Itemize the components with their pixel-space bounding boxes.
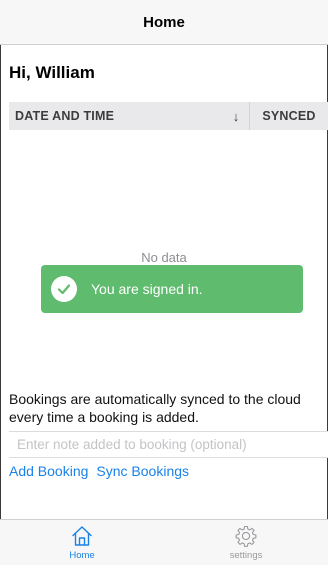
tab-settings[interactable]: settings <box>164 520 328 565</box>
greeting-heading: Hi, William <box>9 63 95 82</box>
booking-actions: Add Booking Sync Bookings <box>9 463 189 479</box>
sort-descending-icon[interactable]: ↓ <box>223 109 249 124</box>
add-booking-button[interactable]: Add Booking <box>9 463 88 479</box>
booking-note-input[interactable] <box>9 431 328 458</box>
left-edge-divider <box>0 0 1 565</box>
empty-table-message: No data <box>141 250 187 265</box>
bookings-table-header: DATE AND TIME ↓ SYNCED <box>9 102 328 130</box>
sync-info-text: Bookings are automatically synced to the… <box>9 391 301 425</box>
signed-in-toast[interactable]: You are signed in. <box>41 265 303 313</box>
page-title: Home <box>143 13 185 31</box>
tab-bar: Home settings <box>0 519 328 565</box>
home-icon <box>70 524 94 548</box>
column-header-synced[interactable]: SYNCED <box>250 109 328 123</box>
tab-home-label: Home <box>69 550 95 561</box>
checkmark-icon <box>51 276 77 302</box>
navigation-bar: Home <box>0 0 328 45</box>
sync-bookings-button[interactable]: Sync Bookings <box>96 463 189 479</box>
tab-home[interactable]: Home <box>0 520 164 565</box>
column-header-date-and-time[interactable]: DATE AND TIME <box>9 109 223 123</box>
gear-icon <box>234 524 258 548</box>
app-screen: Home Hi, William DATE AND TIME ↓ SYNCED … <box>0 0 328 565</box>
tab-settings-label: settings <box>229 550 263 561</box>
toast-message: You are signed in. <box>91 281 203 297</box>
